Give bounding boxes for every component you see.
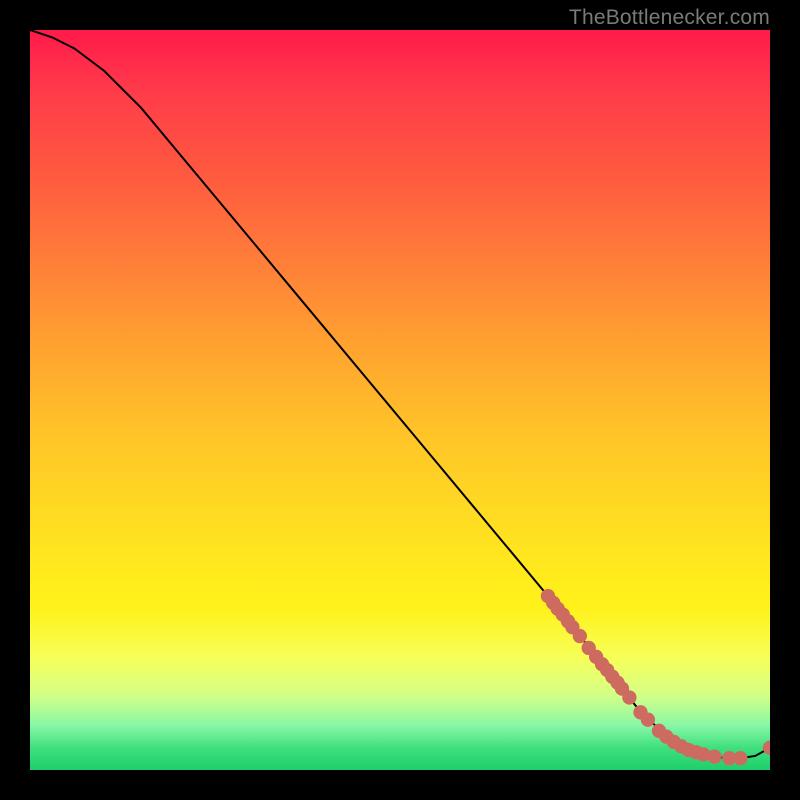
curve-marker [660, 730, 673, 743]
curve-markers [541, 589, 770, 764]
curve-marker [667, 735, 680, 748]
curve-marker [573, 629, 586, 642]
curve-marker [582, 641, 595, 654]
curve-marker [697, 748, 710, 761]
curve-marker [589, 650, 602, 663]
chart-overlay [30, 30, 770, 770]
curve-marker [561, 615, 574, 628]
curve-marker [566, 621, 579, 634]
curve-marker [615, 682, 628, 695]
curve-marker [634, 706, 647, 719]
curve-marker [675, 740, 688, 753]
curve-marker [551, 602, 564, 615]
plot-area [30, 30, 770, 770]
curve-marker [689, 746, 702, 759]
curve-marker [652, 724, 665, 737]
curve-marker [606, 670, 619, 683]
curve-marker [734, 752, 747, 765]
curve-marker [708, 750, 721, 763]
curve-marker [763, 741, 770, 754]
watermark-text: TheBottlenecker.com [569, 6, 770, 30]
curve-marker [623, 691, 636, 704]
curve-marker [541, 589, 554, 602]
curve-marker [556, 608, 569, 621]
curve-marker [601, 663, 614, 676]
curve-marker [682, 743, 695, 756]
curve-marker [595, 658, 608, 671]
curve-marker [611, 676, 624, 689]
bottleneck-curve [30, 30, 770, 758]
chart-stage: TheBottlenecker.com [0, 0, 800, 800]
curve-marker [723, 752, 736, 765]
curve-marker [641, 713, 654, 726]
curve-marker [547, 596, 560, 609]
